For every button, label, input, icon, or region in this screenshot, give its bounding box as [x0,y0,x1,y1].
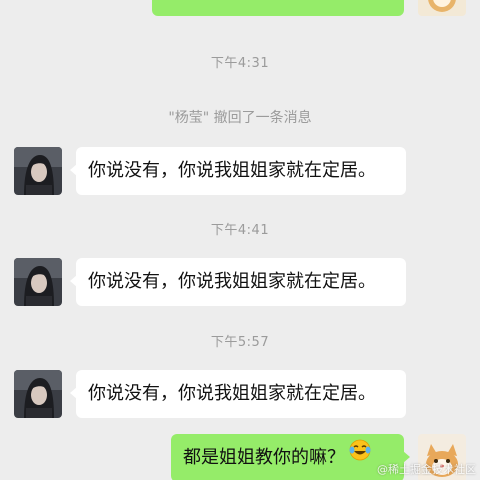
watermark: @稀土掘金技术社区 [377,463,476,476]
avatar-self-partial[interactable] [418,0,466,16]
message-text: 都是姐姐教你的嘛？ [183,447,345,468]
message-bubble-incoming[interactable]: 你说没有，你说我姐姐家就在定居。 [70,258,406,306]
timestamp: 下午4:41 [210,223,270,238]
chat-window: 下午4:31 "杨莹" 撤回了一条消息 你说没有，你说我姐姐家就在定居。 下午4… [0,0,480,480]
timestamp: 下午4:31 [210,56,270,71]
avatar-contact[interactable] [14,147,62,195]
timestamp: 下午5:57 [210,335,270,350]
message-bubble-outgoing[interactable]: 都是姐姐教你的嘛？ [171,432,410,480]
avatar-contact[interactable] [14,370,62,418]
message-bubble-outgoing-partial[interactable] [152,0,410,16]
avatar-contact[interactable] [14,258,62,306]
message-bubble-incoming[interactable]: 你说没有，你说我姐姐家就在定居。 [70,370,406,418]
recall-notice: "杨莹" 撤回了一条消息 [168,110,312,126]
message-bubble-incoming[interactable]: 你说没有，你说我姐姐家就在定居。 [70,147,406,195]
laughing-tears-emoji-icon [349,432,371,480]
